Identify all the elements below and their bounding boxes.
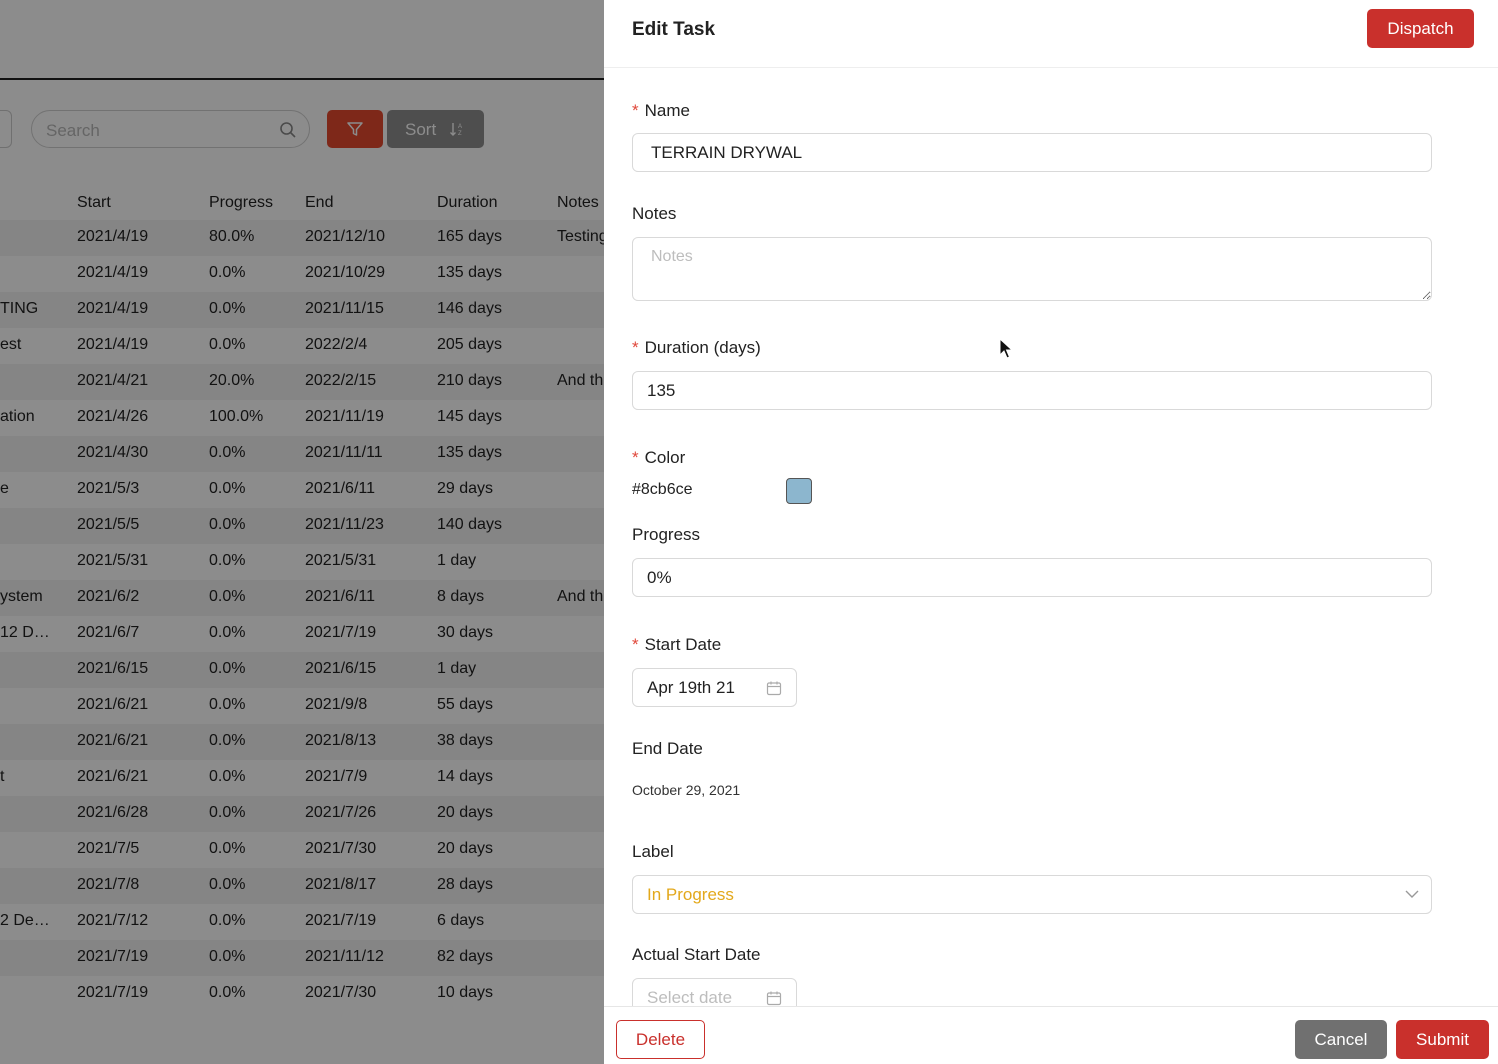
dispatch-button[interactable]: Dispatch [1367, 9, 1474, 48]
modal-overlay[interactable] [0, 0, 604, 1064]
duration-label: * Duration (days) [632, 338, 761, 358]
color-label-text: Color [644, 448, 686, 467]
label-select-value: In Progress [647, 885, 734, 904]
start-date-value: Apr 19th 21 [647, 678, 735, 697]
duration-label-text: Duration (days) [644, 338, 761, 357]
required-asterisk: * [632, 101, 639, 120]
progress-label: Progress [632, 525, 701, 544]
color-swatch[interactable] [786, 478, 812, 504]
end-date-value: October 29, 2021 [632, 782, 741, 798]
actual-start-date-label: Actual Start Date [632, 945, 761, 964]
edit-task-drawer: Edit Task Dispatch * Name TERRAIN DRYWAL … [604, 0, 1498, 1064]
actual-start-date-placeholder: Select date [647, 988, 733, 1007]
drawer-title: Edit Task [632, 19, 716, 40]
progress-input[interactable]: 0% [632, 558, 1432, 597]
notes-textarea[interactable] [632, 237, 1432, 301]
drawer-header: Edit Task Dispatch [604, 0, 1498, 68]
required-asterisk: * [632, 338, 639, 357]
calendar-icon [766, 991, 782, 1006]
mouse-cursor-icon [999, 338, 1013, 359]
delete-button[interactable]: Delete [616, 1020, 705, 1059]
name-input[interactable]: TERRAIN DRYWAL [632, 133, 1432, 172]
notes-label: Notes [632, 204, 677, 223]
start-date-label-text: Start Date [644, 635, 722, 654]
name-label: * Name [632, 101, 690, 121]
duration-input[interactable]: 135 [632, 371, 1432, 410]
submit-button[interactable]: Submit [1396, 1020, 1489, 1059]
start-date-picker[interactable]: Apr 19th 21 [632, 668, 797, 707]
chevron-down-icon [1405, 890, 1419, 898]
start-date-label: * Start Date [632, 635, 721, 655]
end-date-label: End Date [632, 739, 703, 758]
color-hex-value: #8cb6ce [632, 481, 693, 498]
label-select[interactable]: In Progress [632, 875, 1432, 914]
required-asterisk: * [632, 635, 639, 654]
required-asterisk: * [632, 448, 639, 467]
cancel-button[interactable]: Cancel [1295, 1020, 1387, 1059]
calendar-icon [766, 681, 782, 696]
label-field-label: Label [632, 842, 674, 861]
drawer-footer: Delete Cancel Submit [604, 1006, 1498, 1064]
name-label-text: Name [644, 101, 690, 120]
color-label: * Color [632, 448, 685, 468]
